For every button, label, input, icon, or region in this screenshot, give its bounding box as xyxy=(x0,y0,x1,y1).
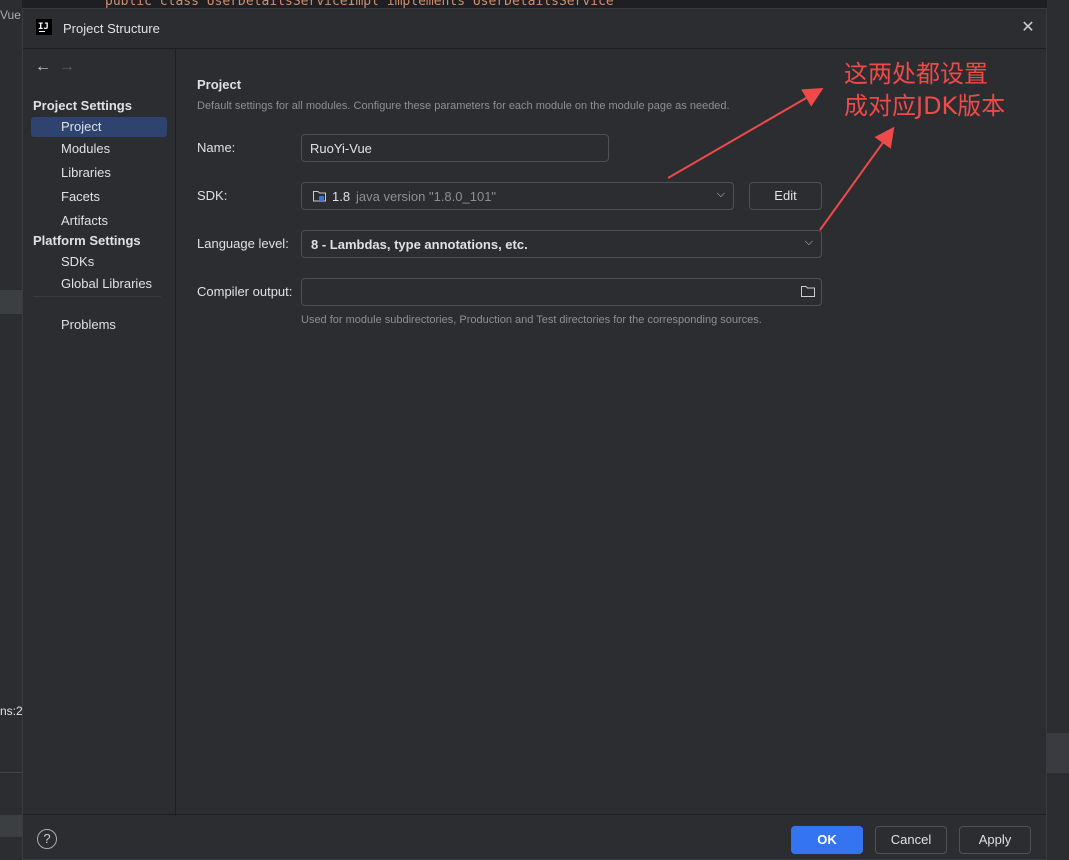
intellij-logo-icon: IJ xyxy=(36,19,52,35)
folder-icon[interactable] xyxy=(801,285,815,297)
compiler-output-input[interactable] xyxy=(301,278,822,306)
annotation-text: 这两处都设置 成对应JDK版本 xyxy=(844,58,1005,122)
sidebar-item-facets[interactable]: Facets xyxy=(31,187,167,207)
background-right-panel xyxy=(1047,0,1069,860)
language-level-value: 8 - Lambdas, type annotations, etc. xyxy=(311,237,528,252)
project-structure-dialog: IJ Project Structure ✕ ← → Project Settin… xyxy=(22,8,1047,860)
name-label: Name: xyxy=(197,140,236,155)
annotation-line-2: 成对应JDK版本 xyxy=(844,92,1006,120)
language-level-dropdown[interactable]: 8 - Lambdas, type annotations, etc. ⌵ xyxy=(301,230,822,258)
sdk-dropdown[interactable]: 1.8 java version "1.8.0_101" ⌵ xyxy=(301,182,734,210)
dialog-title: Project Structure xyxy=(63,21,160,36)
sdk-detail: java version "1.8.0_101" xyxy=(356,189,497,204)
section-platform-settings: Platform Settings xyxy=(33,233,141,248)
annotation-line-1: 这两处都设置 xyxy=(844,60,988,88)
sidebar-item-project[interactable]: Project xyxy=(31,117,167,137)
section-project-settings: Project Settings xyxy=(33,98,132,113)
sdk-label: SDK: xyxy=(197,188,228,203)
page-description: Default settings for all modules. Config… xyxy=(197,100,730,112)
sdk-folder-icon xyxy=(313,191,326,202)
page-title: Project xyxy=(197,77,242,92)
edit-sdk-button[interactable]: Edit xyxy=(749,182,822,210)
sdk-version: 1.8 xyxy=(332,189,351,204)
close-icon[interactable]: ✕ xyxy=(1018,18,1038,38)
sidebar-item-libraries[interactable]: Libraries xyxy=(31,163,167,183)
project-name-input[interactable]: RuoYi-Vue xyxy=(301,134,609,162)
dialog-titlebar: IJ Project Structure ✕ xyxy=(23,9,1046,49)
chevron-down-icon: ⌵ xyxy=(804,236,813,248)
nav-arrows: ← → xyxy=(35,58,83,76)
bg-left-divider xyxy=(0,772,22,773)
sidebar-item-modules[interactable]: Modules xyxy=(31,139,167,159)
back-arrow-icon[interactable]: ← xyxy=(35,58,59,76)
help-icon[interactable]: ? xyxy=(37,829,57,849)
background-left-panel: Vue ns:2. xyxy=(0,0,26,860)
dialog-footer: ? OK Cancel Apply xyxy=(23,814,1046,859)
chevron-down-icon: ⌵ xyxy=(716,188,725,200)
sidebar: ← → Project Settings Project Modules Libr… xyxy=(23,49,176,816)
bg-left-text-top: Vue xyxy=(0,8,21,22)
apply-button[interactable]: Apply xyxy=(959,826,1031,854)
sidebar-item-global-libraries[interactable]: Global Libraries xyxy=(31,274,167,294)
sidebar-divider xyxy=(33,296,161,297)
forward-arrow-icon[interactable]: → xyxy=(59,58,83,76)
compiler-output-label: Compiler output: xyxy=(197,284,293,299)
language-level-label: Language level: xyxy=(197,236,289,251)
bg-left-bar-bottom xyxy=(0,815,22,837)
cancel-button[interactable]: Cancel xyxy=(875,826,947,854)
sidebar-item-problems[interactable]: Problems xyxy=(31,315,167,335)
sidebar-item-sdks[interactable]: SDKs xyxy=(31,252,167,272)
ok-button[interactable]: OK xyxy=(791,826,863,854)
bg-left-bar xyxy=(0,290,22,314)
bg-right-bar xyxy=(1047,733,1069,773)
sidebar-item-artifacts[interactable]: Artifacts xyxy=(31,211,167,231)
compiler-output-hint: Used for module subdirectories, Producti… xyxy=(301,314,762,326)
